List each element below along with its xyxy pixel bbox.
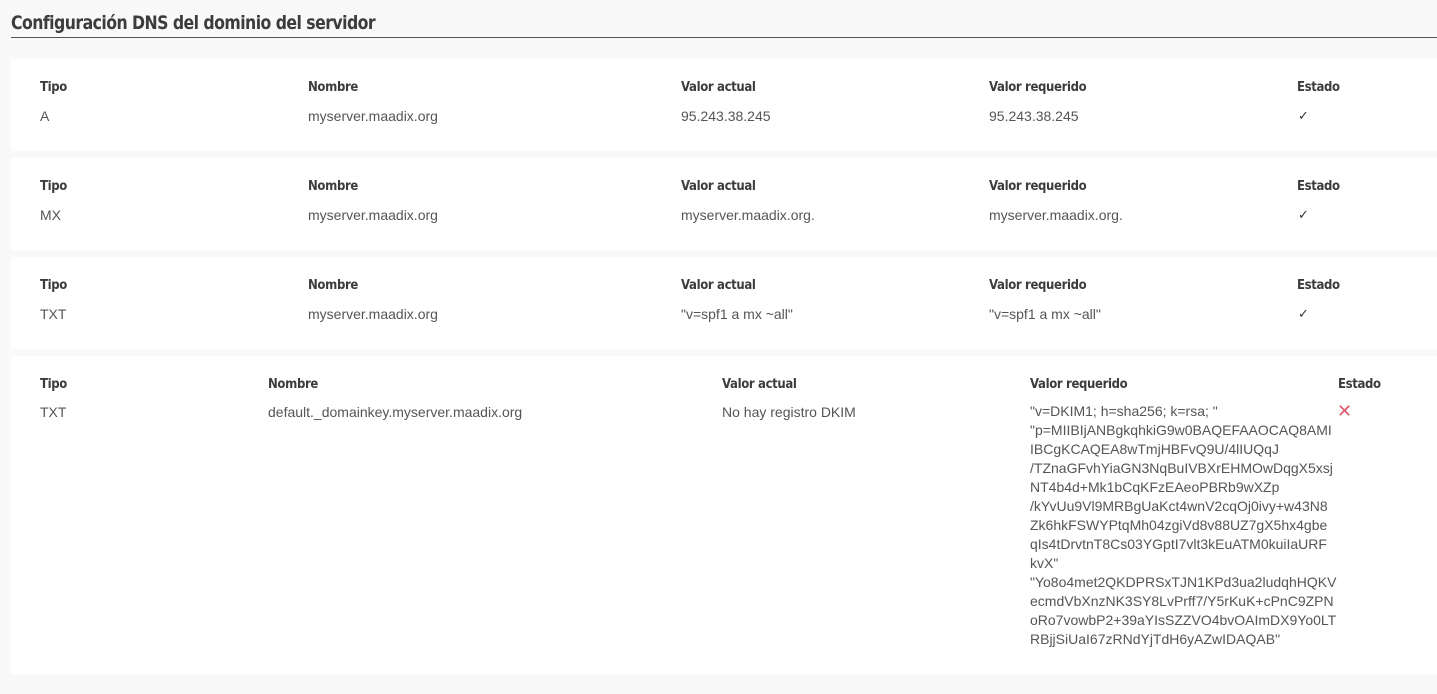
dkim-line: /kYvUu9Vl9MRBgUaKct4wnV2cqOj0ivy+w43N8 <box>1030 498 1328 514</box>
record-valor-requerido: "v=DKIM1; h=sha256; k=rsa; " "p=MIIBIjAN… <box>1030 402 1337 649</box>
dns-record-card-a: Tipo Nombre Valor actual Valor requerido… <box>11 59 1437 151</box>
valor-actual-header: Valor actual <box>681 179 756 194</box>
record-nombre: myserver.maadix.org <box>308 207 438 223</box>
record-valor-actual: No hay registro DKIM <box>722 404 856 420</box>
record-nombre: default._domainkey.myserver.maadix.org <box>268 404 523 420</box>
record-valor-actual: myserver.maadix.org. <box>681 207 815 223</box>
dkim-line: ecmdVbXnzNK3SY8LvPrff7/Y5rKuK+cPnC9ZPN <box>1030 593 1334 609</box>
check-icon: ✓ <box>1298 307 1309 322</box>
tipo-header: Tipo <box>40 80 67 95</box>
nombre-header: Nombre <box>308 278 358 293</box>
valor-actual-header: Valor actual <box>681 80 756 95</box>
tipo-header: Tipo <box>40 278 67 293</box>
dkim-line: NT4b4d+Mk1bCqKFzEAeoPBRb9wXZp <box>1030 479 1280 495</box>
estado-header: Estado <box>1297 278 1340 293</box>
dkim-line: RBjjSiUaI67zRNdYjTdH6yAZwIDAQAB" <box>1030 631 1281 647</box>
valor-requerido-header: Valor requerido <box>989 179 1087 194</box>
nombre-header: Nombre <box>308 80 358 95</box>
dkim-line: /TZnaGFvhYiaGN3NqBuIVBXrEHMOwDqgX5xsj <box>1030 460 1333 476</box>
record-valor-requerido: 95.243.38.245 <box>989 108 1079 124</box>
dns-record-card-dkim: Tipo Nombre Valor actual Valor requerido… <box>11 356 1437 674</box>
dns-record-card-mx: Tipo Nombre Valor actual Valor requerido… <box>11 158 1437 250</box>
valor-actual-header: Valor actual <box>681 278 756 293</box>
dkim-line: qIs4tDrvtnT8Cs03YGptI7vlt3kEuATM0kuiIaUR… <box>1030 536 1327 552</box>
check-icon: ✓ <box>1298 208 1309 223</box>
dkim-line: IBCgKCAQEA8wTmjHBFvQ9U/4lIUQqJ <box>1030 441 1279 457</box>
valor-actual-header: Valor actual <box>722 377 797 392</box>
dkim-line: oRo7vowbP2+39aYIsSZZVO4bvOAImDX9Yo0LT <box>1030 612 1337 628</box>
record-nombre: myserver.maadix.org <box>308 108 438 124</box>
record-nombre: myserver.maadix.org <box>308 306 438 322</box>
valor-requerido-header: Valor requerido <box>989 80 1087 95</box>
record-valor-actual: 95.243.38.245 <box>681 108 771 124</box>
dkim-line: Zk6hkFSWYPtqMh04zgiVd8v88UZ7gX5hx4gbe <box>1030 517 1328 533</box>
valor-requerido-header: Valor requerido <box>1030 377 1128 392</box>
cross-icon: ✕ <box>1337 401 1353 422</box>
dkim-line: kvX" <box>1030 555 1059 571</box>
estado-header: Estado <box>1297 80 1340 95</box>
nombre-header: Nombre <box>308 179 358 194</box>
tipo-header: Tipo <box>40 179 67 194</box>
tipo-header: Tipo <box>40 377 67 392</box>
record-tipo: MX <box>40 207 61 223</box>
dkim-line: "v=DKIM1; h=sha256; k=rsa; " <box>1030 403 1218 419</box>
record-valor-requerido: myserver.maadix.org. <box>989 207 1123 223</box>
nombre-header: Nombre <box>268 377 318 392</box>
record-tipo: TXT <box>40 404 67 420</box>
dkim-line: "Yo8o4met2QKDPRSxTJN1KPd3ua2ludqhHQKV <box>1030 574 1337 590</box>
valor-requerido-header: Valor requerido <box>989 278 1087 293</box>
page-title: Configuración DNS del dominio del servid… <box>11 12 376 34</box>
dkim-line: "p=MIIBIjANBgkqhkiG9w0BAQEFAAOCAQ8AMI <box>1030 422 1332 438</box>
estado-header: Estado <box>1297 179 1340 194</box>
record-tipo: TXT <box>40 306 67 322</box>
dns-record-card-spf: Tipo Nombre Valor actual Valor requerido… <box>11 257 1437 349</box>
estado-header: Estado <box>1338 377 1381 392</box>
record-tipo: A <box>40 108 50 124</box>
check-icon: ✓ <box>1298 109 1309 124</box>
record-valor-requerido: "v=spf1 a mx ~all" <box>989 306 1101 322</box>
title-divider <box>11 37 1437 38</box>
record-valor-actual: "v=spf1 a mx ~all" <box>681 306 793 322</box>
